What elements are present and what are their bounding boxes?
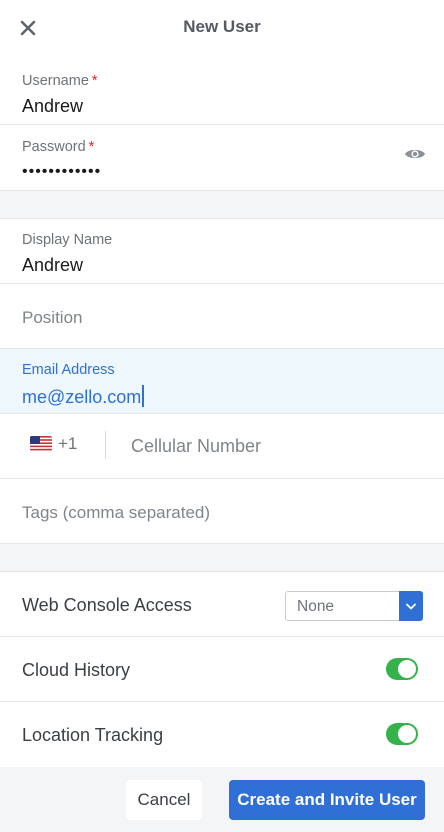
cloud-history-toggle[interactable]	[386, 658, 418, 680]
password-row[interactable]: Password * ••••••••••••	[0, 125, 444, 191]
cellular-number-input[interactable]: Cellular Number	[131, 436, 261, 457]
dialog-title: New User	[183, 17, 261, 36]
password-label: Password *	[22, 139, 95, 155]
position-input[interactable]: Position	[22, 308, 82, 328]
us-flag-icon[interactable]	[30, 436, 52, 451]
web-console-selected: None	[297, 598, 335, 615]
location-tracking-row: Location Tracking	[0, 702, 444, 767]
dialog-header: New User	[0, 0, 444, 56]
username-row[interactable]: Username * Andrew	[0, 60, 444, 125]
display-name-label: Display Name	[22, 232, 113, 248]
location-tracking-label: Location Tracking	[22, 725, 164, 745]
toggle-knob	[398, 725, 416, 743]
web-console-row: Web Console Access None	[0, 572, 444, 637]
cloud-history-row: Cloud History	[0, 637, 444, 702]
toggle-knob	[398, 660, 416, 678]
display-name-row[interactable]: Display Name Andrew	[0, 219, 444, 284]
web-console-label: Web Console Access	[22, 595, 192, 615]
required-mark: *	[88, 139, 95, 155]
position-row[interactable]: Position	[0, 284, 444, 349]
show-password-button[interactable]	[404, 147, 428, 165]
tags-row[interactable]: Tags (comma separated)	[0, 479, 444, 544]
web-console-select[interactable]: None	[285, 591, 423, 621]
username-label: Username *	[22, 73, 98, 89]
text-cursor	[142, 385, 145, 407]
password-input[interactable]: ••••••••••••	[22, 163, 101, 181]
email-input[interactable]: me@zello.com	[22, 385, 145, 408]
dialog-footer: Cancel Create and Invite User	[0, 767, 444, 832]
cloud-history-label: Cloud History	[22, 660, 131, 680]
display-name-input[interactable]: Andrew	[22, 255, 83, 276]
tags-input[interactable]: Tags (comma separated)	[22, 503, 210, 523]
create-and-invite-button[interactable]: Create and Invite User	[229, 780, 425, 820]
phone-row[interactable]: +1 Cellular Number	[0, 414, 444, 479]
location-tracking-toggle[interactable]	[386, 723, 418, 745]
username-input[interactable]: Andrew	[22, 96, 83, 117]
cancel-button[interactable]: Cancel	[126, 780, 202, 820]
required-mark: *	[91, 73, 98, 89]
chevron-down-icon	[406, 603, 416, 609]
eye-icon	[405, 149, 425, 159]
email-label: Email Address	[22, 362, 115, 378]
section-divider	[0, 191, 444, 219]
section-divider	[0, 544, 444, 572]
email-row[interactable]: Email Address me@zello.com	[0, 349, 444, 414]
dropdown-arrow[interactable]	[399, 591, 423, 621]
country-code[interactable]: +1	[58, 434, 77, 454]
phone-divider	[105, 431, 106, 459]
